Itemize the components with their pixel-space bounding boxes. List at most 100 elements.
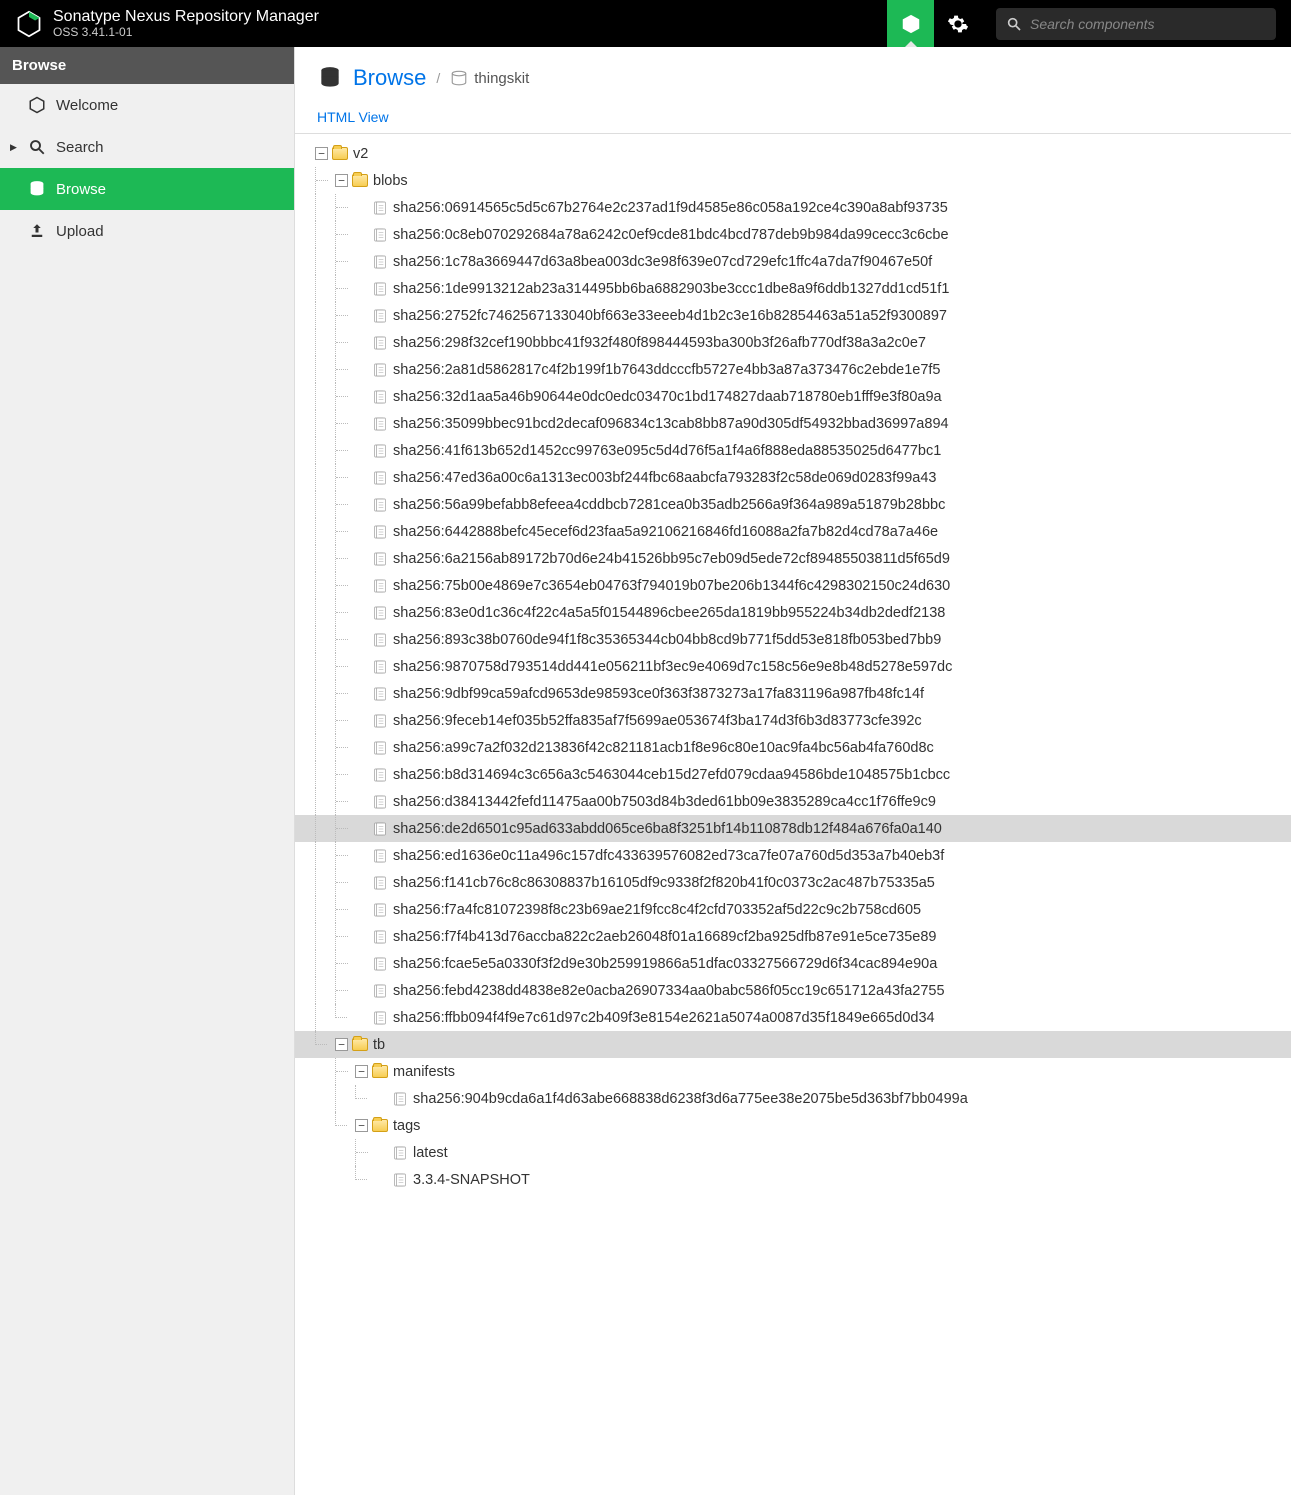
admin-mode-button[interactable] <box>934 0 981 47</box>
folder-icon <box>352 174 368 187</box>
tree-folder-blobs[interactable]: −blobs <box>295 167 1291 194</box>
breadcrumb-repo[interactable]: thingskit <box>450 69 529 87</box>
tree-folder-manifests[interactable]: −manifests <box>295 1058 1291 1085</box>
tree-item-blob[interactable]: ·sha256:ed1636e0c11a496c157dfc4336395760… <box>295 842 1291 869</box>
file-icon <box>372 794 388 810</box>
page-header: Browse / thingskit <box>295 47 1291 109</box>
tree-item-blob[interactable]: ·sha256:6a2156ab89172b70d6e24b41526bb95c… <box>295 545 1291 572</box>
gear-icon <box>947 13 969 35</box>
tree-item-blob[interactable]: ·sha256:ffbb094f4f9e7c61d97c2b409f3e8154… <box>295 1004 1291 1031</box>
browse-mode-button[interactable] <box>887 0 934 47</box>
search-input[interactable] <box>1030 16 1266 32</box>
file-icon <box>372 308 388 324</box>
file-icon <box>372 524 388 540</box>
tree-item-blob[interactable]: ·sha256:de2d6501c95ad633abdd065ce6ba8f32… <box>295 815 1291 842</box>
search-box[interactable] <box>996 8 1276 40</box>
main-content: Browse / thingskit HTML View −v2−blobs·s… <box>295 47 1291 1495</box>
file-icon <box>392 1172 408 1188</box>
tree-item-blob[interactable]: ·sha256:9870758d793514dd441e056211bf3ec9… <box>295 653 1291 680</box>
tree-item-blob[interactable]: ·sha256:f7f4b413d76accba822c2aeb26048f01… <box>295 923 1291 950</box>
file-icon <box>372 497 388 513</box>
nav-item-search[interactable]: Search <box>0 126 294 168</box>
tree-item-blob[interactable]: ·sha256:0c8eb070292684a78a6242c0ef9cde81… <box>295 221 1291 248</box>
tree-toggle[interactable]: − <box>335 174 348 187</box>
tree-item-blob[interactable]: ·sha256:9dbf99ca59afcd9653de98593ce0f363… <box>295 680 1291 707</box>
page-title: Browse <box>353 65 426 91</box>
tree-item-blob[interactable]: ·sha256:47ed36a00c6a1313ec003bf244fbc68a… <box>295 464 1291 491</box>
file-icon <box>372 848 388 864</box>
tree-folder-tb[interactable]: −tb <box>295 1031 1291 1058</box>
tree-item-blob[interactable]: ·sha256:41f613b652d1452cc99763e095c5d4d7… <box>295 437 1291 464</box>
tree-item-blob[interactable]: ·sha256:1de9913212ab23a314495bb6ba688290… <box>295 275 1291 302</box>
tree-item-blob[interactable]: ·sha256:febd4238dd4838e82e0acba26907334a… <box>295 977 1291 1004</box>
file-icon <box>372 740 388 756</box>
file-icon <box>372 632 388 648</box>
tree-item-tag[interactable]: ·latest <box>295 1139 1291 1166</box>
tree-item-blob[interactable]: ·sha256:f141cb76c8c86308837b16105df9c933… <box>295 869 1291 896</box>
tree-toggle[interactable]: − <box>315 147 328 160</box>
hexagon-icon <box>28 96 46 114</box>
nav-label: Search <box>56 139 104 156</box>
tree-folder-tags[interactable]: −tags <box>295 1112 1291 1139</box>
nav-item-browse[interactable]: Browse <box>0 168 294 210</box>
tree-toggle[interactable]: − <box>335 1038 348 1051</box>
nav-label: Upload <box>56 223 104 240</box>
file-icon <box>372 389 388 405</box>
file-icon <box>372 713 388 729</box>
search-icon <box>1006 16 1022 32</box>
file-icon <box>372 605 388 621</box>
sidebar-header: Browse <box>0 47 294 84</box>
tree-item-blob[interactable]: ·sha256:6442888befc45ecef6d23faa5a921062… <box>295 518 1291 545</box>
tree-item-blob[interactable]: ·sha256:f7a4fc81072398f8c23b69ae21f9fcc8… <box>295 896 1291 923</box>
nav-item-upload[interactable]: Upload <box>0 210 294 252</box>
tree-item-blob[interactable]: ·sha256:893c38b0760de94f1f8c35365344cb04… <box>295 626 1291 653</box>
disk-icon <box>450 69 468 87</box>
tree-item-blob[interactable]: ·sha256:1c78a3669447d63a8bea003dc3e98f63… <box>295 248 1291 275</box>
file-icon <box>372 929 388 945</box>
file-icon <box>372 470 388 486</box>
file-icon <box>372 686 388 702</box>
tree-item-blob[interactable]: ·sha256:a99c7a2f032d213836f42c821181acb1… <box>295 734 1291 761</box>
tree-item-manifest[interactable]: ·sha256:904b9cda6a1f4d63abe668838d6238f3… <box>295 1085 1291 1112</box>
tree-item-blob[interactable]: ·sha256:56a99befabb8efeea4cddbcb7281cea0… <box>295 491 1291 518</box>
product-title: Sonatype Nexus Repository Manager <box>53 8 319 26</box>
html-view-link[interactable]: HTML View <box>295 109 1291 133</box>
folder-icon <box>352 1038 368 1051</box>
tree-item-blob[interactable]: ·sha256:83e0d1c36c4f22c4a5a5f01544896cbe… <box>295 599 1291 626</box>
tree-item-blob[interactable]: ·sha256:9feceb14ef035b52ffa835af7f5699ae… <box>295 707 1291 734</box>
upload-icon <box>28 222 46 240</box>
file-icon <box>372 254 388 270</box>
nav-item-welcome[interactable]: Welcome <box>0 84 294 126</box>
tree-toggle[interactable]: − <box>355 1065 368 1078</box>
file-icon <box>372 875 388 891</box>
tree-toggle[interactable]: − <box>355 1119 368 1132</box>
tree-item-blob[interactable]: ·sha256:298f32cef190bbbc41f932f480f89844… <box>295 329 1291 356</box>
tree-item-blob[interactable]: ·sha256:35099bbec91bcd2decaf096834c13cab… <box>295 410 1291 437</box>
folder-icon <box>372 1119 388 1132</box>
nexus-logo-icon <box>15 10 43 38</box>
file-icon <box>372 902 388 918</box>
file-icon <box>372 281 388 297</box>
tree-item-blob[interactable]: ·sha256:b8d314694c3c656a3c5463044ceb15d2… <box>295 761 1291 788</box>
tree-item-tag[interactable]: ·3.3.4-SNAPSHOT <box>295 1166 1291 1193</box>
tree-folder-v2[interactable]: −v2 <box>295 140 1291 167</box>
file-icon <box>372 956 388 972</box>
file-icon <box>372 551 388 567</box>
nav-label: Welcome <box>56 97 118 114</box>
tree-item-blob[interactable]: ·sha256:75b00e4869e7c3654eb04763f794019b… <box>295 572 1291 599</box>
tree-item-blob[interactable]: ·sha256:06914565c5d5c67b2764e2c237ad1f9d… <box>295 194 1291 221</box>
repo-name: thingskit <box>474 70 529 87</box>
file-icon <box>392 1145 408 1161</box>
file-icon <box>372 416 388 432</box>
database-icon <box>317 65 343 91</box>
tree-item-blob[interactable]: ·sha256:2a81d5862817c4f2b199f1b7643ddccc… <box>295 356 1291 383</box>
tree-item-blob[interactable]: ·sha256:2752fc7462567133040bf663e33eeeb4… <box>295 302 1291 329</box>
tree-item-blob[interactable]: ·sha256:32d1aa5a46b90644e0dc0edc03470c1b… <box>295 383 1291 410</box>
product-version: OSS 3.41.1-01 <box>53 25 319 39</box>
tree-item-blob[interactable]: ·sha256:d38413442fefd11475aa00b7503d84b3… <box>295 788 1291 815</box>
search-icon <box>28 138 46 156</box>
file-icon <box>372 767 388 783</box>
tree-item-blob[interactable]: ·sha256:fcae5e5a0330f3f2d9e30b259919866a… <box>295 950 1291 977</box>
logo-area: Sonatype Nexus Repository Manager OSS 3.… <box>0 8 334 40</box>
app-header: Sonatype Nexus Repository Manager OSS 3.… <box>0 0 1291 47</box>
